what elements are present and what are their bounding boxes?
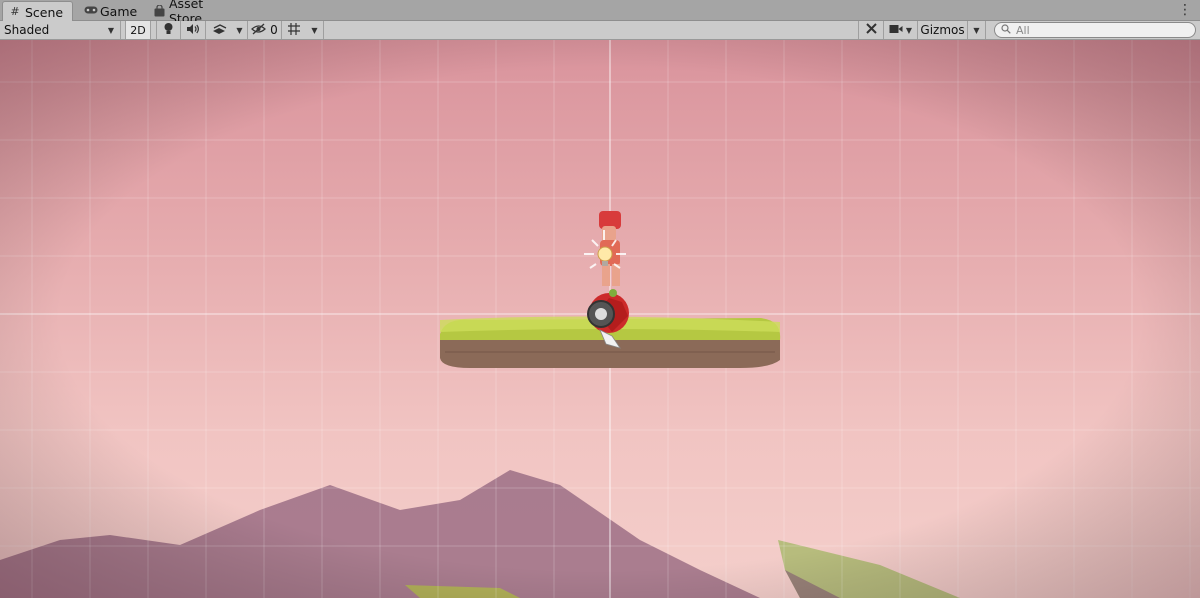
chevron-down-icon: ▼: [973, 25, 980, 35]
tab-game[interactable]: Game: [78, 1, 138, 21]
camera-icon: [889, 23, 903, 37]
gamepad-icon: [84, 5, 98, 17]
gizmos-button[interactable]: Gizmos: [918, 21, 968, 39]
shopping-bag-icon: [154, 4, 165, 17]
window-menu-kebab-icon[interactable]: ⋮: [1178, 2, 1192, 18]
tab-asset-store[interactable]: Asset Store: [148, 0, 240, 26]
toggle-2d-label: 2D: [130, 23, 146, 37]
scene-canvas: [0, 40, 1200, 598]
gizmos-label: Gizmos: [920, 23, 965, 37]
draw-mode-dropdown[interactable]: Shaded ▼: [0, 21, 121, 39]
scene-viewport[interactable]: [0, 40, 1200, 598]
grid-snap-icon: [287, 22, 301, 39]
lightbulb-icon: [163, 22, 174, 38]
chevron-down-icon: ▼: [236, 25, 243, 35]
toggle-2d-button[interactable]: 2D: [125, 21, 151, 39]
camera-settings-dropdown[interactable]: ▼: [884, 21, 918, 39]
window-tab-bar: # Scene Game Asset Store ⋮: [0, 0, 1200, 26]
tab-scene-label: Scene: [25, 4, 64, 20]
chevron-down-icon: ▼: [311, 25, 318, 35]
hidden-count: 0: [270, 23, 278, 37]
scene-lighting-toggle[interactable]: [156, 21, 181, 39]
speaker-icon: [186, 23, 200, 38]
scene-search-field[interactable]: All: [994, 22, 1196, 38]
chevron-down-icon: ▼: [905, 25, 913, 35]
tools-toggle[interactable]: [858, 21, 884, 39]
tab-game-label: Game: [100, 3, 138, 19]
grid-icon: #: [10, 5, 20, 18]
search-icon: [1001, 23, 1011, 37]
effects-dropdown[interactable]: ▼: [232, 21, 248, 39]
grid-dropdown[interactable]: ▼: [306, 21, 324, 39]
draw-mode-label: Shaded: [4, 23, 50, 37]
tab-scene[interactable]: # Scene: [2, 1, 73, 22]
chevron-down-icon: ▼: [107, 25, 114, 35]
gizmos-dropdown[interactable]: ▼: [968, 21, 986, 39]
scene-visibility-toggle[interactable]: 0: [248, 21, 282, 39]
eye-hidden-icon: [251, 23, 267, 38]
tools-icon: [865, 22, 878, 38]
effects-layers-icon: [212, 23, 227, 38]
grid-snapping-toggle[interactable]: [282, 21, 306, 39]
search-placeholder: All: [1016, 23, 1030, 37]
scene-audio-toggle[interactable]: [181, 21, 206, 39]
scene-effects-toggle[interactable]: [206, 21, 232, 39]
